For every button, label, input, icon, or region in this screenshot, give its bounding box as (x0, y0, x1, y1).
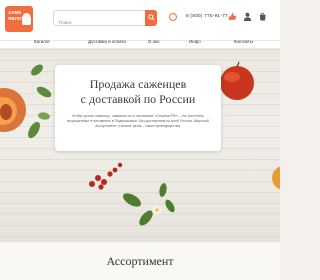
cart-icon[interactable] (258, 12, 267, 21)
nav-item-delivery[interactable]: Доставка и оплата (88, 39, 126, 44)
header: ЗАМЕ ЯБЛОЧЬ 8 (800) 775-91-77 Каталог До… (0, 0, 280, 48)
assortment-title: Ассортимент (106, 254, 174, 268)
hero-description: Чтобы купить саженцы, закажите их в пито… (67, 114, 209, 129)
leaves-bottom-image (122, 183, 175, 226)
hero-title-line2: с доставкой по России (80, 92, 196, 106)
berries-image (89, 162, 123, 190)
apple-image (220, 61, 254, 100)
nav-item-about[interactable]: О нас (148, 39, 160, 44)
hero-title: Продажа саженцев с доставкой по России (55, 77, 221, 107)
leaves-left-image (28, 64, 52, 139)
nav-item-contacts[interactable]: Контакты (234, 39, 253, 44)
phone-number[interactable]: 8 (800) 775-91-77 (186, 14, 228, 19)
citrus-image (272, 166, 280, 190)
logo-emblem-icon (22, 13, 31, 25)
hero-card: Продажа саженцев с доставкой по России Ч… (55, 65, 221, 151)
search-input[interactable] (54, 15, 139, 30)
peach-image (0, 88, 26, 132)
whatsapp-icon[interactable] (169, 13, 177, 21)
search-button[interactable] (145, 10, 157, 26)
hero-title-line1: Продажа саженцев (89, 77, 187, 91)
hero-background: Продажа саженцев с доставкой по России Ч… (0, 48, 280, 258)
search-bar (53, 10, 157, 30)
logo[interactable]: ЗАМЕ ЯБЛОЧЬ (5, 6, 33, 32)
search-icon (148, 14, 155, 21)
user-icon[interactable] (243, 12, 252, 21)
nav-item-info[interactable]: Инфо (189, 39, 201, 44)
favorites-icon[interactable] (228, 12, 237, 21)
nav-item-catalog[interactable]: Каталог (34, 39, 50, 44)
